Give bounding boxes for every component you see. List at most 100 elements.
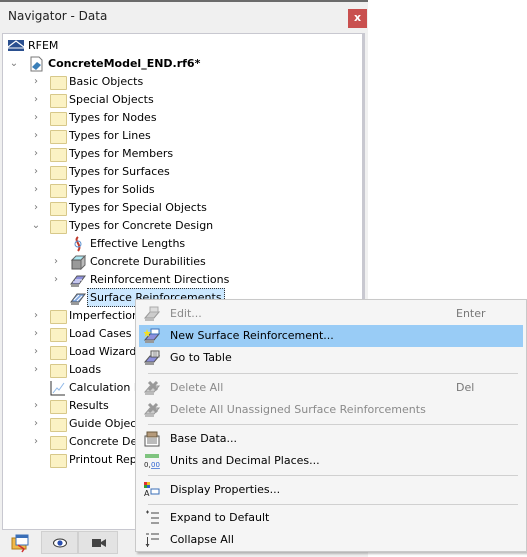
tree-label: Types for Solids xyxy=(69,183,155,196)
menu-item-display-properties[interactable]: A Display Properties... xyxy=(139,479,523,501)
menu-label: Go to Table xyxy=(170,351,232,364)
chevron-right-icon[interactable]: › xyxy=(30,325,42,343)
tree-label: Reinforcement Directions xyxy=(90,273,230,286)
context-menu: Edit... Enter New Surface Reinforcement.… xyxy=(135,299,527,552)
display-properties-icon: A xyxy=(144,482,160,498)
video-camera-icon xyxy=(92,539,106,547)
tree-label: Basic Objects xyxy=(69,75,144,88)
folder-icon xyxy=(50,418,67,432)
tree-label: Concrete Durabilities xyxy=(90,255,206,268)
panel-titlebar: Navigator - Data x xyxy=(0,2,368,32)
svg-text:00: 00 xyxy=(151,461,160,469)
menu-item-edit[interactable]: Edit... Enter xyxy=(139,303,523,325)
folder-icon xyxy=(50,454,67,468)
effective-lengths-icon xyxy=(74,236,82,252)
chevron-right-icon[interactable]: › xyxy=(30,73,42,91)
tree-label: ConcreteModel_END.rf6* xyxy=(48,57,201,70)
tab-display[interactable] xyxy=(41,531,78,554)
menu-label: Base Data... xyxy=(170,432,238,445)
tree-label: Types for Lines xyxy=(69,129,151,142)
tab-data[interactable] xyxy=(10,533,32,553)
edit-icon xyxy=(144,306,160,321)
menu-item-base-data[interactable]: Base Data... xyxy=(139,428,523,450)
units-decimal-icon: 0, 00 xyxy=(144,454,160,469)
folder-icon xyxy=(50,364,67,378)
tab-views[interactable] xyxy=(78,531,118,554)
tree-item[interactable]: › Types for Lines xyxy=(6,127,346,145)
calculation-diagram-icon xyxy=(50,381,65,396)
tree-model[interactable]: ⌄ ConcreteModel_END.rf6* xyxy=(6,55,306,73)
tree-label: RFEM xyxy=(28,39,59,52)
chevron-right-icon[interactable]: › xyxy=(30,127,42,145)
menu-item-delete-unassigned[interactable]: Delete All Unassigned Surface Reinforcem… xyxy=(139,399,523,421)
folder-icon xyxy=(50,76,67,90)
tree-label: Types for Members xyxy=(69,147,174,160)
tree-item[interactable]: › Types for Nodes xyxy=(6,109,346,127)
tree-label: Types for Concrete Design xyxy=(69,219,214,232)
chevron-right-icon[interactable]: › xyxy=(30,415,42,433)
tree-label: Special Objects xyxy=(69,93,154,106)
menu-item-collapse-all[interactable]: Collapse All xyxy=(139,529,523,551)
menu-label: Collapse All xyxy=(170,533,234,546)
chevron-right-icon[interactable]: › xyxy=(30,397,42,415)
folder-icon xyxy=(50,400,67,414)
chevron-right-icon[interactable]: › xyxy=(30,109,42,127)
chevron-right-icon[interactable]: › xyxy=(30,145,42,163)
folder-icon xyxy=(50,202,67,216)
chevron-right-icon[interactable]: › xyxy=(50,271,62,289)
tree-item[interactable]: › Concrete Durabilities xyxy=(6,253,346,271)
chevron-down-icon[interactable]: ⌄ xyxy=(30,217,42,235)
chevron-right-icon[interactable]: › xyxy=(30,433,42,451)
menu-label: Display Properties... xyxy=(170,483,281,496)
menu-label: Expand to Default xyxy=(170,511,270,524)
tree-item[interactable]: ⌄ Types for Concrete Design xyxy=(6,217,346,235)
reinforcement-direction-icon xyxy=(70,275,86,287)
chevron-right-icon[interactable]: › xyxy=(30,199,42,217)
base-data-icon xyxy=(144,431,160,447)
tree-item[interactable]: › Types for Surfaces xyxy=(6,163,346,181)
tree-item[interactable]: › Types for Solids xyxy=(6,181,346,199)
close-button[interactable]: x xyxy=(348,9,367,28)
eye-icon xyxy=(53,538,67,548)
surface-reinforcement-icon xyxy=(70,293,86,305)
chevron-down-icon[interactable]: ⌄ xyxy=(8,55,20,73)
tree-label: Types for Special Objects xyxy=(69,201,207,214)
chevron-right-icon[interactable]: › xyxy=(30,361,42,379)
tree-item[interactable]: › Special Objects xyxy=(6,91,346,109)
chevron-right-icon[interactable]: › xyxy=(30,343,42,361)
folder-icon xyxy=(50,436,67,450)
folder-icon xyxy=(50,112,67,126)
tree-item[interactable]: Effective Lengths xyxy=(6,235,346,253)
tree-label: Imperfections xyxy=(69,309,145,322)
concrete-durability-icon xyxy=(70,254,86,270)
table-icon xyxy=(144,350,160,365)
tree-item[interactable]: › Types for Members xyxy=(6,145,346,163)
menu-item-units-decimal[interactable]: 0, 00 Units and Decimal Places... xyxy=(139,450,523,472)
chevron-right-icon[interactable]: › xyxy=(30,163,42,181)
menu-item-go-to-table[interactable]: Go to Table xyxy=(139,347,523,369)
folder-icon xyxy=(50,184,67,198)
delete-icon xyxy=(144,402,160,417)
tree-item[interactable]: › Basic Objects xyxy=(6,73,346,91)
chevron-right-icon[interactable]: › xyxy=(30,307,42,325)
menu-item-delete-all[interactable]: Delete All Del xyxy=(139,377,523,399)
folder-icon xyxy=(50,310,67,324)
menu-item-expand-to-default[interactable]: Expand to Default xyxy=(139,507,523,529)
chevron-right-icon[interactable]: › xyxy=(50,253,62,271)
folder-icon xyxy=(50,94,67,108)
tree-item[interactable]: › Reinforcement Directions xyxy=(6,271,346,289)
menu-label: Edit... xyxy=(170,307,202,320)
folder-icon xyxy=(50,166,67,180)
menu-item-new-surface-reinforcement[interactable]: New Surface Reinforcement... xyxy=(139,325,523,347)
tree-label: Results xyxy=(69,399,109,412)
model-file-icon xyxy=(30,56,43,72)
chevron-right-icon[interactable]: › xyxy=(30,181,42,199)
tree-label: Loads xyxy=(69,363,102,376)
menu-separator xyxy=(148,475,518,476)
tree-item[interactable]: › Types for Special Objects xyxy=(6,199,346,217)
collapse-icon xyxy=(145,533,159,547)
chevron-right-icon[interactable]: › xyxy=(30,91,42,109)
delete-icon xyxy=(144,380,160,395)
menu-label: Units and Decimal Places... xyxy=(170,454,320,467)
tree-root-rfem[interactable]: RFEM xyxy=(6,37,206,55)
